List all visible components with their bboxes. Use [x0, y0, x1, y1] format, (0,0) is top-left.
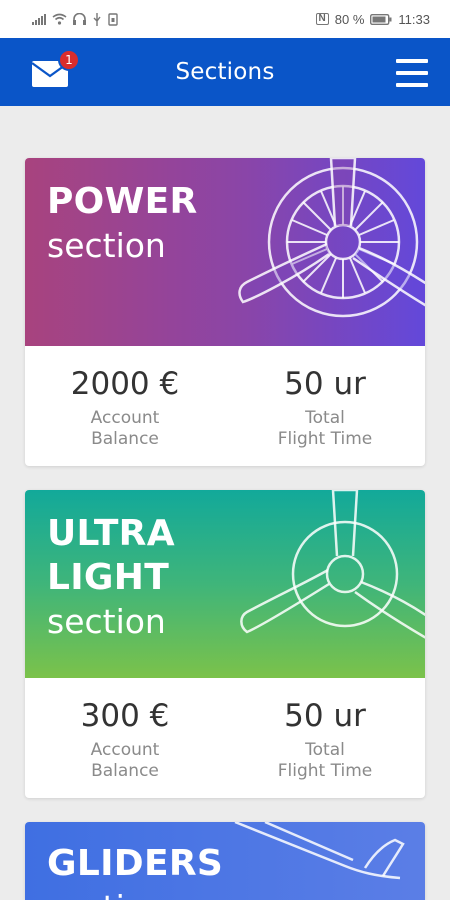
flight-time-value: 50 ur — [284, 366, 366, 402]
account-balance-value: 2000 € — [70, 366, 180, 402]
usb-icon — [93, 12, 101, 26]
section-subtitle: section — [47, 886, 223, 900]
section-stats: 2000 € Account Balance 50 ur Total Fligh… — [25, 346, 425, 466]
app-bar: 1 Sections — [0, 38, 450, 106]
flight-time-label: Total Flight Time — [278, 740, 372, 782]
account-balance-stat: 300 € Account Balance — [25, 678, 225, 798]
account-balance-label: Account Balance — [91, 408, 160, 450]
menu-line — [396, 71, 428, 75]
menu-line — [396, 59, 428, 63]
account-balance-label: Account Balance — [91, 740, 160, 782]
battery-percent: 80 % — [334, 11, 365, 27]
stat-label-line: Balance — [91, 429, 159, 449]
section-card-power[interactable]: POWER section 2000 € Account Balance 50 … — [25, 158, 425, 466]
section-title: GLIDERS section — [47, 842, 223, 900]
radial-engine-propeller-icon — [238, 158, 425, 318]
unread-badge: 1 — [58, 49, 80, 71]
section-title-line: GLIDERS — [47, 843, 224, 884]
section-title: POWER section — [47, 180, 198, 268]
status-right-icons: N 80 % 11:33 — [315, 11, 430, 27]
stat-label-line: Account — [90, 408, 160, 428]
section-subtitle: section — [47, 226, 166, 265]
messages-button[interactable]: 1 — [32, 49, 80, 88]
section-card-gliders[interactable]: GLIDERS section — [25, 822, 425, 900]
section-title-line: POWER — [47, 181, 198, 222]
section-card-header: POWER section — [25, 158, 425, 346]
section-card-header: ULTRA LIGHT section — [25, 490, 425, 678]
flight-time-value: 50 ur — [284, 698, 366, 734]
section-title-line: ULTRA — [47, 513, 175, 554]
propeller-icon — [240, 490, 425, 639]
battery-icon — [370, 13, 392, 25]
nfc-icon: N — [315, 13, 329, 25]
section-card-ultralight[interactable]: ULTRA LIGHT section 300 € Account Balanc… — [25, 490, 425, 798]
page-title: Sections — [175, 59, 275, 85]
stat-label-line: Account — [90, 740, 160, 760]
section-stats: 300 € Account Balance 50 ur Total Flight… — [25, 678, 425, 798]
account-balance-stat: 2000 € Account Balance — [25, 346, 225, 466]
section-title: ULTRA LIGHT section — [47, 512, 175, 644]
status-left-icons — [32, 12, 118, 26]
headset-icon — [73, 13, 86, 25]
section-card-header: GLIDERS section — [25, 822, 425, 900]
section-title-line: LIGHT — [47, 557, 170, 598]
wifi-icon — [52, 13, 67, 25]
stat-label-line: Flight Time — [277, 761, 373, 781]
signal-icon — [32, 13, 46, 25]
account-balance-value: 300 € — [80, 698, 170, 734]
stat-label-line: Flight Time — [277, 429, 373, 449]
stat-label-line: Total — [305, 408, 345, 428]
section-subtitle: section — [47, 602, 166, 641]
stat-label-line: Total — [305, 740, 345, 760]
sim-icon — [108, 12, 118, 26]
menu-button[interactable] — [396, 59, 428, 87]
glider-icon — [234, 822, 405, 880]
menu-line — [396, 83, 428, 87]
clock: 11:33 — [398, 11, 430, 27]
stat-label-line: Balance — [91, 761, 159, 781]
flight-time-label: Total Flight Time — [278, 408, 372, 450]
flight-time-stat: 50 ur Total Flight Time — [225, 678, 425, 798]
flight-time-stat: 50 ur Total Flight Time — [225, 346, 425, 466]
status-bar: N 80 % 11:33 — [0, 0, 450, 38]
